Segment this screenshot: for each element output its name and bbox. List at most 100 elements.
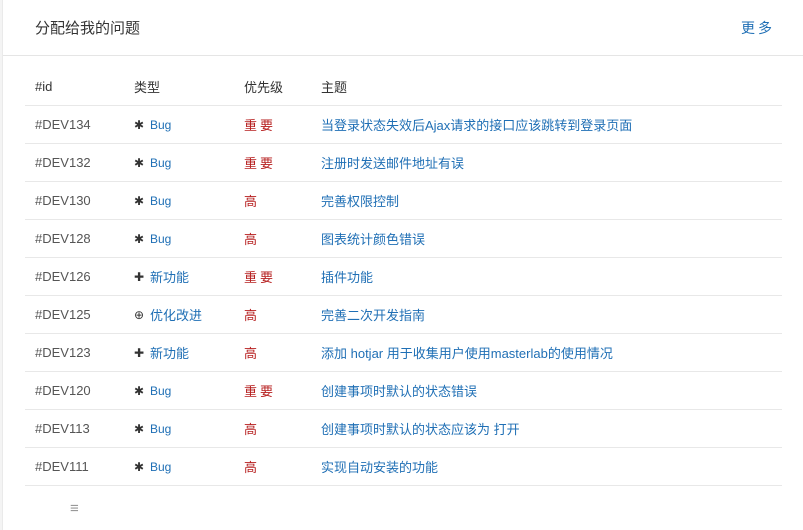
column-header-priority: 优先级: [234, 67, 311, 106]
issue-type-label: Bug: [150, 232, 172, 246]
issue-priority: 高: [234, 295, 311, 334]
issue-type-label: Bug: [150, 460, 172, 474]
table-row: #DEV120 ✱ Bug 重要 创建事项时默认的状态错误: [25, 371, 782, 410]
issue-type[interactable]: ✱ Bug: [134, 384, 171, 398]
issue-type-label: Bug: [150, 194, 172, 208]
issue-type-cell: ✚ 新功能: [124, 257, 234, 296]
issue-type-cell: ✱ Bug: [124, 371, 234, 410]
table-row: #DEV130 ✱ Bug 高完善权限控制: [25, 181, 782, 220]
table-row: #DEV113 ✱ Bug 高创建事项时默认的状态应该为 打开: [25, 409, 782, 448]
issue-subject-cell: 创建事项时默认的状态应该为 打开: [311, 409, 782, 448]
issue-type-cell: ✚ 新功能: [124, 333, 234, 372]
bug-icon: ✱: [134, 460, 145, 474]
issue-id: #DEV128: [25, 219, 124, 258]
arrow-up-circle-icon: ⊕: [134, 307, 145, 322]
plus-icon: ✚: [134, 269, 145, 284]
bug-icon: ✱: [134, 232, 145, 246]
table-row: #DEV111 ✱ Bug 高实现自动安装的功能: [25, 447, 782, 486]
issue-priority: 重要: [234, 371, 311, 410]
issue-id: #DEV132: [25, 143, 124, 182]
table-header-row: #id 类型 优先级 主题: [25, 67, 782, 106]
issue-type[interactable]: ✚ 新功能: [134, 267, 189, 286]
issue-subject-cell: 实现自动安装的功能: [311, 447, 782, 486]
issue-type-label: 优化改进: [150, 308, 203, 323]
bug-icon: ✱: [134, 422, 145, 436]
issue-subject-link[interactable]: 添加 hotjar 用于收集用户使用masterlab的使用情况: [321, 346, 613, 361]
more-link[interactable]: 更多: [741, 18, 775, 38]
issue-type-cell: ✱ Bug: [124, 409, 234, 448]
bug-icon: ✱: [134, 118, 145, 132]
issue-subject-link[interactable]: 插件功能: [321, 270, 373, 285]
issue-type-cell: ✱ Bug: [124, 447, 234, 486]
issue-priority: 重要: [234, 257, 311, 296]
issue-id: #DEV130: [25, 181, 124, 220]
bug-icon: ✱: [134, 194, 145, 208]
issue-priority: 重要: [234, 143, 311, 182]
issue-priority: 高: [234, 181, 311, 220]
issue-id: #DEV126: [25, 257, 124, 296]
plus-icon: ✚: [134, 345, 145, 360]
issue-type-label: Bug: [150, 118, 172, 132]
column-header-id: #id: [25, 67, 124, 106]
panel-title: 分配给我的问题: [35, 20, 141, 37]
issue-subject-cell: 注册时发送邮件地址有误: [311, 143, 782, 182]
issue-type-label: Bug: [150, 156, 172, 170]
issue-subject-cell: 完善权限控制: [311, 181, 782, 220]
issue-subject-link[interactable]: 完善权限控制: [321, 194, 399, 209]
issue-type-cell: ✱ Bug: [124, 105, 234, 144]
issue-type-cell: ✱ Bug: [124, 219, 234, 258]
column-header-subject: 主题: [311, 67, 782, 106]
bug-icon: ✱: [134, 156, 145, 170]
issue-type[interactable]: ✱ Bug: [134, 156, 171, 170]
issue-type-label: Bug: [150, 422, 172, 436]
issue-id: #DEV125: [25, 295, 124, 334]
panel-header: 分配给我的问题 更多: [3, 0, 803, 56]
issue-priority: 高: [234, 333, 311, 372]
issue-type-cell: ⊕ 优化改进: [124, 295, 234, 334]
issue-type[interactable]: ✚ 新功能: [134, 343, 189, 362]
issue-subject-link[interactable]: 当登录状态失效后Ajax请求的接口应该跳转到登录页面: [321, 118, 632, 133]
issue-subject-link[interactable]: 图表统计颜色错误: [321, 232, 425, 247]
issue-subject-cell: 图表统计颜色错误: [311, 219, 782, 258]
bug-icon: ✱: [134, 384, 145, 398]
column-header-type: 类型: [124, 67, 234, 106]
issue-subject-cell: 插件功能: [311, 257, 782, 296]
issues-table: #id 类型 优先级 主题 #DEV134 ✱ Bug 重要 当登录状态失效后Ajax请…: [25, 67, 782, 486]
issue-type[interactable]: ✱ Bug: [134, 118, 171, 132]
issue-subject-cell: 添加 hotjar 用于收集用户使用masterlab的使用情况: [311, 333, 782, 372]
divider: [27, 485, 127, 486]
issue-type[interactable]: ✱ Bug: [134, 232, 171, 246]
issue-subject-link[interactable]: 注册时发送邮件地址有误: [321, 156, 464, 171]
issue-type-label: 新功能: [150, 270, 190, 285]
issue-type-cell: ✱ Bug: [124, 181, 234, 220]
table-row: #DEV128 ✱ Bug 高图表统计颜色错误: [25, 219, 782, 258]
issue-type[interactable]: ⊕ 优化改进: [134, 305, 202, 324]
issue-subject-link[interactable]: 完善二次开发指南: [321, 308, 425, 323]
issue-priority: 重要: [234, 105, 311, 144]
issue-type[interactable]: ✱ Bug: [134, 194, 171, 208]
issue-type-label: 新功能: [150, 346, 190, 361]
issue-priority: 高: [234, 447, 311, 486]
issue-type[interactable]: ✱ Bug: [134, 460, 171, 474]
issue-id: #DEV111: [25, 447, 124, 486]
issue-subject-link[interactable]: 创建事项时默认的状态错误: [321, 384, 477, 399]
table-row: #DEV132 ✱ Bug 重要 注册时发送邮件地址有误: [25, 143, 782, 182]
issue-subject-link[interactable]: 实现自动安装的功能: [321, 460, 438, 475]
issue-id: #DEV134: [25, 105, 124, 144]
issue-subject-cell: 完善二次开发指南: [311, 295, 782, 334]
issues-panel: 分配给我的问题 更多 #id 类型 优先级 主题 #DEV134 ✱ Bug 重要 当登…: [2, 0, 803, 530]
issue-subject-cell: 创建事项时默认的状态错误: [311, 371, 782, 410]
table-row: #DEV126 ✚ 新功能 重要 插件功能: [25, 257, 782, 296]
issue-id: #DEV120: [25, 371, 124, 410]
issue-priority: 高: [234, 219, 311, 258]
issue-id: #DEV123: [25, 333, 124, 372]
issue-id: #DEV113: [25, 409, 124, 448]
hamburger-icon[interactable]: ≡: [70, 500, 79, 517]
table-row: #DEV134 ✱ Bug 重要 当登录状态失效后Ajax请求的接口应该跳转到登录页面: [25, 105, 782, 144]
issue-subject-cell: 当登录状态失效后Ajax请求的接口应该跳转到登录页面: [311, 105, 782, 144]
issue-subject-link[interactable]: 创建事项时默认的状态应该为 打开: [321, 422, 520, 437]
issue-priority: 高: [234, 409, 311, 448]
issue-type[interactable]: ✱ Bug: [134, 422, 171, 436]
issue-type-label: Bug: [150, 384, 172, 398]
issue-type-cell: ✱ Bug: [124, 143, 234, 182]
